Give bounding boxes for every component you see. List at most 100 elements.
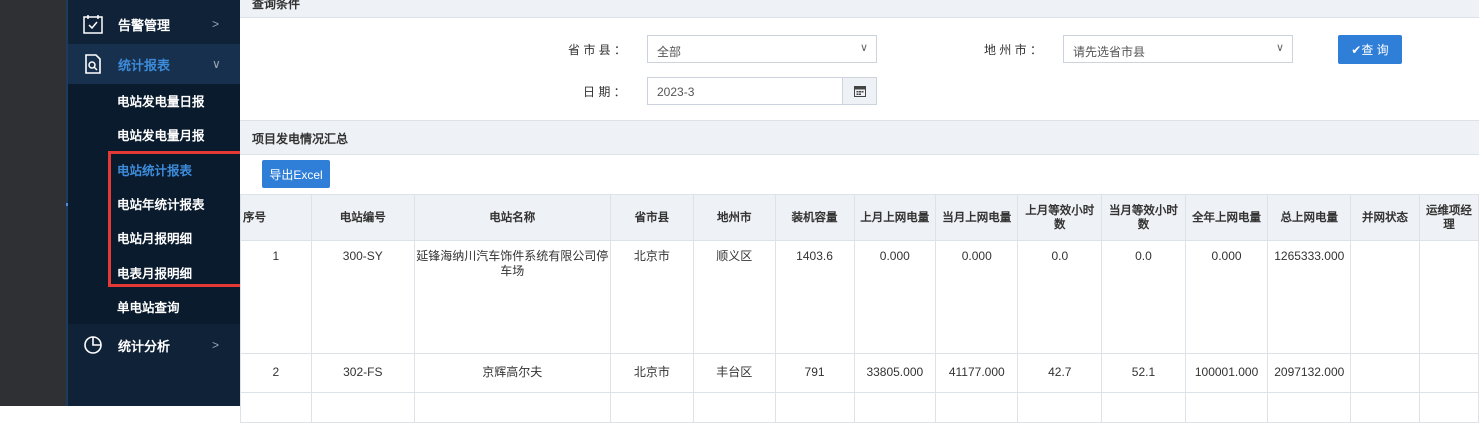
table-cell: 2 bbox=[240, 353, 312, 393]
sidebar-item-statistics-analysis[interactable]: 统计分析 > bbox=[68, 325, 240, 365]
chevron-down-icon: ∨ bbox=[1275, 42, 1284, 54]
table-cell bbox=[1418, 240, 1479, 354]
table-cell: 42.7 bbox=[1017, 353, 1103, 393]
table-cell: 52.1 bbox=[1101, 353, 1186, 393]
date-input-value: 2023-3 bbox=[657, 85, 695, 99]
table-cell bbox=[240, 392, 312, 423]
table-cell bbox=[1350, 392, 1420, 423]
column-header: 装机容量 bbox=[774, 194, 855, 241]
section-title: 查询条件 bbox=[252, 0, 301, 11]
sidebar-subitem-daily-generation[interactable]: 电站发电量日报 bbox=[68, 83, 240, 117]
sidebar-subitem-single-station-query[interactable]: 单电站查询 bbox=[68, 289, 240, 323]
chevron-down-icon: ∨ bbox=[859, 42, 868, 54]
table-cell: 1403.6 bbox=[774, 240, 855, 354]
chevron-right-icon: > bbox=[212, 17, 220, 31]
table-cell bbox=[1350, 240, 1420, 354]
table-cell: 33805.000 bbox=[853, 353, 937, 393]
sidebar-subitem-label: 电站发电量日报 bbox=[117, 94, 205, 109]
column-header: 省市县 bbox=[609, 194, 695, 241]
calendar-icon bbox=[853, 86, 866, 97]
table-cell: 北京市 bbox=[609, 240, 695, 354]
table-cell: 顺义区 bbox=[693, 240, 776, 354]
column-header: 当月上网电量 bbox=[935, 194, 1019, 241]
table-cell: 300-SY bbox=[310, 240, 415, 354]
province-select-value: 全部 bbox=[657, 45, 682, 59]
table-cell: 791 bbox=[774, 353, 855, 393]
chevron-down-icon: ∨ bbox=[212, 57, 221, 71]
table-cell: 1 bbox=[240, 240, 312, 354]
table-cell bbox=[310, 392, 415, 423]
highlight-annotation-box bbox=[108, 151, 262, 287]
section-title: 项目发电情况汇总 bbox=[252, 132, 349, 146]
column-header: 并网状态 bbox=[1350, 194, 1420, 241]
city-select[interactable]: 请先选省市县 ∨ bbox=[1063, 35, 1293, 63]
sidebar-item-statistics-reports[interactable]: 统计报表 ∨ bbox=[68, 44, 240, 84]
query-conditions-header: 查询条件 bbox=[240, 0, 1479, 18]
table-cell: 41177.000 bbox=[935, 353, 1019, 393]
table-cell: 0.0 bbox=[1017, 240, 1103, 354]
pie-chart-icon bbox=[84, 336, 102, 354]
sidebar-subitem-label: 单电站查询 bbox=[117, 300, 180, 315]
query-button[interactable]: ✔查 询 bbox=[1338, 35, 1402, 64]
date-input[interactable]: 2023-3 bbox=[647, 77, 877, 105]
table-header-row: 序号 电站编号 电站名称 省市县 地州市 装机容量 上月上网电量 当月上网电量 上月等效小时数当… bbox=[240, 194, 1479, 241]
column-header: 电站编号 bbox=[310, 194, 415, 241]
table-cell: 0.0 bbox=[1101, 240, 1186, 354]
table-cell: 100001.000 bbox=[1184, 353, 1269, 393]
sidebar-subitem-monthly-generation[interactable]: 电站发电量月报 bbox=[68, 117, 240, 151]
sidebar-item-alarm-management[interactable]: 告警管理 > bbox=[68, 4, 240, 44]
table-row[interactable]: 1 300-SY 延锋海纳川汽车饰件系统有限公司停车场 北京市 顺义区 1403.6 0.0… bbox=[240, 240, 1479, 354]
table-cell: 2097132.000 bbox=[1267, 353, 1352, 393]
province-select[interactable]: 全部 ∨ bbox=[647, 35, 877, 63]
table-cell bbox=[1101, 392, 1186, 423]
outer-left-strip bbox=[0, 0, 68, 406]
province-label: 省 市 县 ： bbox=[568, 43, 627, 57]
table-cell: 延锋海纳川汽车饰件系统有限公司停车场 bbox=[413, 240, 611, 354]
column-header: 上月等效小时数 bbox=[1017, 194, 1103, 241]
table-cell bbox=[1350, 353, 1420, 393]
table-cell bbox=[1184, 392, 1269, 423]
table-cell bbox=[1267, 392, 1352, 423]
table-cell: 1265333.000 bbox=[1267, 240, 1352, 354]
column-header: 上月上网电量 bbox=[853, 194, 937, 241]
table-cell bbox=[853, 392, 937, 423]
column-header: 总上网电量 bbox=[1267, 194, 1352, 241]
table-cell bbox=[1017, 392, 1103, 423]
table-cell: 0.000 bbox=[935, 240, 1019, 354]
table-row[interactable]: 2 302-FS 京辉高尔夫 北京市 丰台区 791 33805.000 41177.000 4… bbox=[240, 353, 1479, 393]
main-content: 查询条件 省 市 县 ： 全部 ∨ 地 州 市 ： 请先选省市县 ∨ ✔查 询 … bbox=[240, 0, 1479, 423]
sidebar-item-label: 统计报表 bbox=[118, 57, 171, 73]
calendar-button[interactable] bbox=[842, 78, 876, 104]
table-cell bbox=[693, 392, 776, 423]
sidebar-subitem-label: 电站发电量月报 bbox=[117, 128, 205, 143]
column-header: 全年上网电量 bbox=[1184, 194, 1269, 241]
column-header: 序号 bbox=[240, 194, 312, 241]
column-header: 电站名称 bbox=[413, 194, 611, 241]
table-cell: 302-FS bbox=[310, 353, 415, 393]
table-cell: 丰台区 bbox=[693, 353, 776, 393]
table-cell bbox=[609, 392, 695, 423]
calendar-check-icon bbox=[83, 15, 103, 34]
column-header: 运维项经理 bbox=[1418, 194, 1479, 241]
sidebar-item-label: 告警管理 bbox=[118, 17, 171, 33]
report-table: 序号 电站编号 电站名称 省市县 地州市 装机容量 上月上网电量 当月上网电量 上月等效小时数当… bbox=[240, 194, 1479, 423]
city-select-value: 请先选省市县 bbox=[1073, 45, 1146, 59]
table-cell bbox=[935, 392, 1019, 423]
column-header: 当月等效小时数 bbox=[1101, 194, 1186, 241]
chevron-right-icon: > bbox=[212, 338, 220, 352]
table-row[interactable] bbox=[240, 392, 1479, 423]
export-excel-button[interactable]: 导出Excel bbox=[262, 160, 330, 188]
table-cell: 京辉高尔夫 bbox=[413, 353, 611, 393]
city-label: 地 州 市 ： bbox=[984, 43, 1043, 57]
table-cell: 0.000 bbox=[1184, 240, 1269, 354]
table-cell bbox=[413, 392, 611, 423]
summary-header: 项目发电情况汇总 bbox=[240, 120, 1479, 155]
table-cell bbox=[774, 392, 855, 423]
table-cell: 0.000 bbox=[853, 240, 937, 354]
table-cell: 北京市 bbox=[609, 353, 695, 393]
table-cell bbox=[1418, 392, 1479, 423]
sidebar-item-label: 统计分析 bbox=[118, 338, 171, 354]
table-cell bbox=[1418, 353, 1479, 393]
date-label: 日 期 ： bbox=[583, 85, 626, 99]
report-doc-icon bbox=[85, 54, 101, 74]
